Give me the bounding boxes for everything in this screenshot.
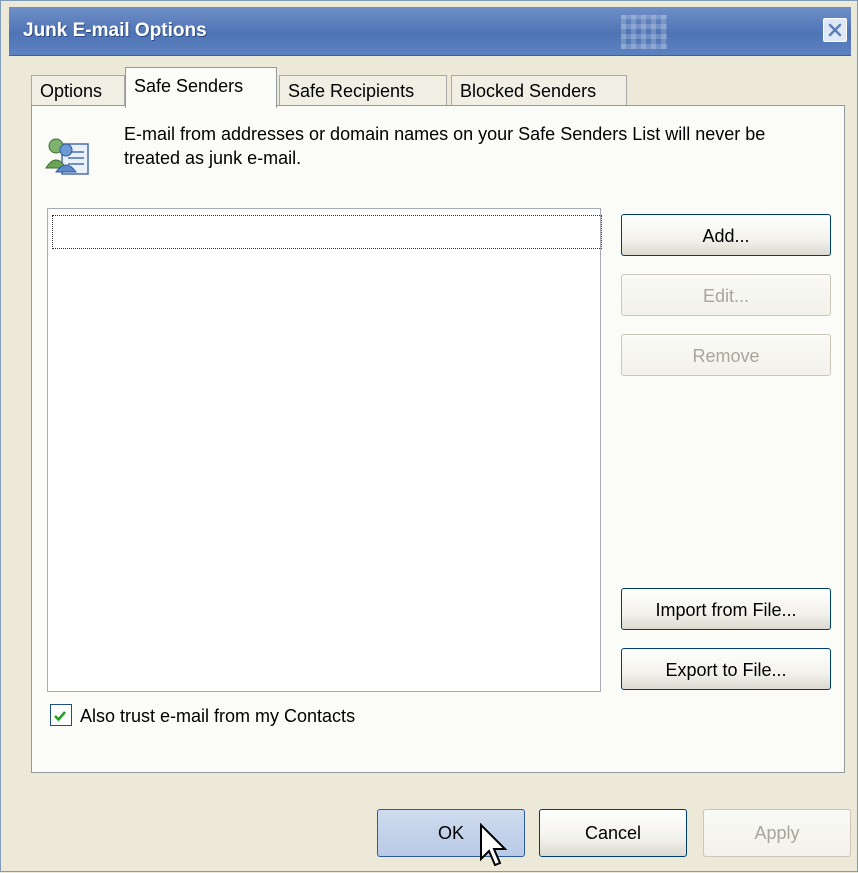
safe-senders-panel: E-mail from addresses or domain names on…: [31, 105, 845, 773]
remove-button[interactable]: Remove: [621, 334, 831, 376]
close-icon: [828, 23, 842, 37]
trust-contacts-checkbox[interactable]: [50, 704, 72, 726]
window-title: Junk E-mail Options: [23, 20, 207, 41]
title-pattern-decoration: [621, 15, 667, 49]
add-button-label: Add...: [702, 226, 750, 246]
safe-senders-list[interactable]: [47, 208, 602, 692]
list-focus-rect: [52, 215, 602, 249]
tab-safe-recipients[interactable]: Safe Recipients: [279, 75, 447, 106]
import-from-file-button[interactable]: Import from File...: [621, 588, 831, 630]
tab-blocked-senders[interactable]: Blocked Senders: [451, 75, 627, 106]
add-button[interactable]: Add...: [621, 214, 831, 256]
remove-button-label: Remove: [692, 346, 760, 366]
edit-button-label: Edit...: [702, 286, 750, 306]
close-button[interactable]: [823, 18, 847, 42]
export-to-file-button[interactable]: Export to File...: [621, 648, 831, 690]
tab-options[interactable]: Options: [31, 75, 125, 106]
tab-safe-senders[interactable]: Safe Senders: [125, 67, 277, 108]
apply-button-label: Apply: [754, 823, 800, 843]
trust-contacts-label[interactable]: Also trust e-mail from my Contacts: [80, 702, 355, 730]
cancel-button-label: Cancel: [584, 823, 642, 843]
apply-button[interactable]: Apply: [703, 809, 851, 857]
ok-button-label: OK: [437, 823, 464, 843]
mouse-pointer-icon: [480, 823, 508, 867]
cancel-button[interactable]: Cancel: [539, 809, 687, 857]
edit-button[interactable]: Edit...: [621, 274, 831, 316]
contacts-icon: [45, 138, 89, 175]
import-button-label: Import from File...: [655, 600, 797, 620]
title-bar[interactable]: Junk E-mail Options: [9, 7, 851, 56]
safe-senders-description: E-mail from addresses or domain names on…: [124, 124, 766, 168]
checkmark-icon: [54, 711, 66, 722]
export-button-label: Export to File...: [665, 660, 787, 680]
junk-email-options-dialog: Junk E-mail Options Options Safe Senders…: [0, 0, 858, 872]
